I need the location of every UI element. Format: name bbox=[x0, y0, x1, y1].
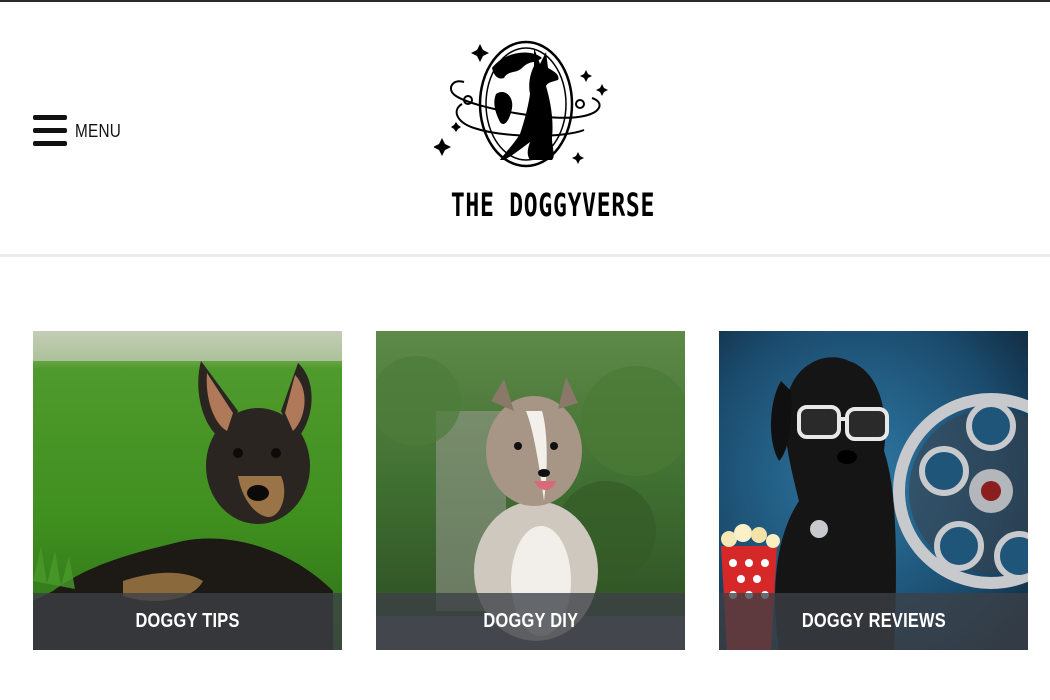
category-label[interactable]: DOGGY DIY bbox=[483, 610, 578, 633]
category-caption[interactable]: DOGGY REVIEWS bbox=[719, 593, 1028, 650]
category-card-doggy-diy[interactable]: DOGGY DIY bbox=[376, 331, 685, 650]
site-logo[interactable]: THE DOGGYVERSE bbox=[422, 38, 656, 228]
hamburger-icon[interactable] bbox=[33, 115, 67, 147]
menu-button[interactable]: MENU bbox=[33, 115, 129, 147]
site-name: THE DOGGYVERSE bbox=[450, 186, 656, 224]
category-card-doggy-tips[interactable]: DOGGY TIPS bbox=[33, 331, 342, 650]
menu-label[interactable]: MENU bbox=[75, 121, 121, 142]
category-cards: DOGGY TIPS DOGGY DIY DOGGY REVIEWS bbox=[0, 331, 1050, 651]
category-caption[interactable]: DOGGY DIY bbox=[376, 593, 685, 650]
category-label[interactable]: DOGGY TIPS bbox=[135, 610, 239, 633]
category-label[interactable]: DOGGY REVIEWS bbox=[801, 610, 945, 633]
dog-planet-logo-icon bbox=[434, 40, 608, 168]
category-caption[interactable]: DOGGY TIPS bbox=[33, 593, 342, 650]
category-card-doggy-reviews[interactable]: DOGGY REVIEWS bbox=[719, 331, 1028, 650]
site-header: MENU THE DOGGYVERSE bbox=[0, 2, 1050, 257]
